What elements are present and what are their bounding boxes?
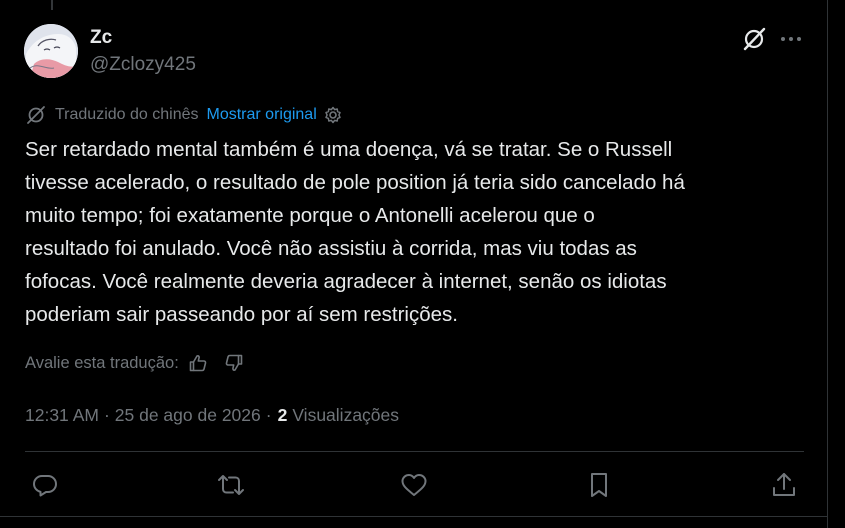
- grok-button[interactable]: [740, 26, 770, 52]
- rating-label: Avalie esta tradução:: [25, 353, 179, 372]
- translation-row: Traduzido do chinês Mostrar original: [26, 104, 343, 126]
- bottom-divider: [0, 516, 828, 517]
- thumbs-up-icon: [188, 353, 208, 373]
- meta-separator-2: ·: [265, 404, 272, 425]
- grok-icon: [742, 27, 768, 51]
- share-icon: [771, 471, 797, 499]
- tweet-text: Ser retardado mental também é uma doença…: [25, 138, 685, 326]
- translation-rating: Avalie esta tradução:: [25, 350, 245, 376]
- repost-icon: [216, 472, 246, 498]
- repost-button[interactable]: [216, 470, 246, 500]
- translation-note: Traduzido do chinês: [55, 106, 199, 123]
- gear-icon[interactable]: [323, 105, 343, 125]
- bookmark-button[interactable]: [584, 470, 614, 500]
- author-name[interactable]: Zc: [90, 27, 112, 49]
- translate-icon: [26, 105, 46, 125]
- author-handle[interactable]: @Zclozy425: [90, 54, 196, 76]
- actions-divider: [25, 451, 804, 452]
- views-count: 2: [277, 404, 288, 425]
- show-original-link[interactable]: Mostrar original: [207, 106, 317, 124]
- bookmark-icon: [588, 471, 610, 499]
- heart-icon: [400, 472, 428, 498]
- thumbs-up-button[interactable]: [187, 352, 209, 374]
- views-label: Visualizações: [292, 404, 400, 425]
- avatar[interactable]: [24, 24, 78, 78]
- thread-connector-line: [51, 0, 53, 10]
- like-button[interactable]: [399, 470, 429, 500]
- reply-icon: [32, 472, 58, 498]
- more-icon: [780, 36, 802, 42]
- tweet-date[interactable]: 25 de ago de 2026: [115, 405, 261, 426]
- tweet-meta: 12:31 AM · 25 de ago de 2026 · 2 Visuali…: [25, 402, 399, 428]
- column-border: [827, 0, 828, 528]
- thumbs-down-icon: [224, 353, 244, 373]
- reply-button[interactable]: [30, 470, 60, 500]
- meta-separator: ·: [103, 404, 110, 425]
- share-button[interactable]: [769, 470, 799, 500]
- tweet-time[interactable]: 12:31 AM: [25, 405, 99, 426]
- thumbs-down-button[interactable]: [223, 352, 245, 374]
- more-button[interactable]: [778, 26, 804, 52]
